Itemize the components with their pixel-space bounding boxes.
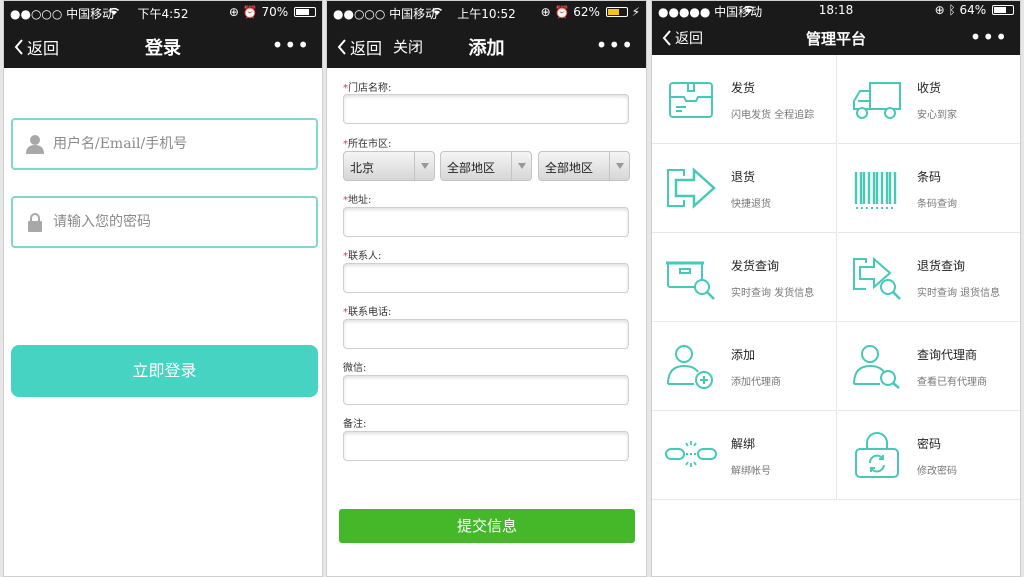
alarm-icon: ⏰ [242,5,258,19]
battery-percent: 64% [959,3,987,17]
return-arrow-icon [667,167,716,209]
menu-item-desc: 条码查询 [917,199,957,210]
district-select[interactable]: 全部地区 [538,151,630,181]
rotation-lock-icon: ⊕ [934,3,945,17]
status-bar: ●●○○○ 中国移动 上午10:52 ⊕ ⏰ 62% ⚡ [327,1,646,23]
nav-bar: 返回 登录 ••• [4,23,322,68]
district-value: 全部地区 [545,161,594,175]
menu-item-lock-refresh[interactable]: 密码 修改密码 [838,411,1020,500]
menu-item-return-arrow[interactable]: 退货 快捷退货 [652,144,837,233]
password-field[interactable] [11,196,318,248]
chevron-down-icon [511,152,531,180]
nav-bar: 返回 管理平台 ••• [652,19,1020,55]
bluetooth-icon: ᛒ [948,3,956,17]
return-search-icon [853,256,901,300]
phone-input[interactable] [343,319,629,349]
username-field[interactable] [11,118,318,170]
menu-item-title: 查询代理商 [917,348,978,362]
menu-item-title: 退货 [731,170,756,184]
username-input[interactable] [53,136,316,152]
rotation-lock-icon: ⊕ [540,5,551,19]
menu-item-box-search[interactable]: 发货查询实时查询 发货信息 [652,233,837,322]
wechat-input[interactable] [343,375,629,405]
menu-item-title: 发货 [731,81,756,95]
status-bar: ●●○○○ 中国移动 下午4:52 ⊕ ⏰ 70% [4,1,322,23]
battery-icon [605,7,628,17]
contact-label: *联系人: [343,251,382,262]
charging-icon: ⚡ [631,5,640,19]
note-input[interactable] [343,431,629,461]
menu-item-desc: 实时查询 发货信息 [731,288,815,299]
address-label: *地址: [343,195,372,206]
contact-input[interactable] [343,263,629,293]
menu-item-title: 密码 [917,437,942,451]
province-value: 北京 [350,161,375,175]
menu-item-barcode[interactable]: 条码 条码查询 [838,144,1020,233]
menu-item-title: 发货查询 [731,259,780,273]
wechat-label: 微信: [343,363,367,374]
menu-item-desc: 查看已有代理商 [917,377,987,388]
management-screen: ●●●●● 中国移动 18:18 ⊕ ᛒ 64% 返回 管理平台 ••• 发货闪… [651,0,1021,577]
menu-item-user-search[interactable]: 查询代理商查看已有代理商 [838,322,1020,411]
menu-item-user-add[interactable]: 添加 添加代理商 [652,322,837,411]
password-input[interactable] [53,214,316,230]
menu-item-desc: 快捷退货 [731,199,771,210]
menu-item-desc: 安心到家 [917,110,957,121]
menu-item-desc: 添加代理商 [731,377,781,388]
battery-percent: 62% [573,5,600,19]
alarm-icon: ⏰ [554,5,570,19]
menu-item-title: 添加 [731,348,756,362]
login-button[interactable]: 立即登录 [11,345,318,397]
status-right: ⊕ ᛒ 64% [935,3,1014,17]
box-search-icon [666,261,715,300]
chevron-down-icon [414,152,434,180]
address-input[interactable] [343,207,629,237]
barcode-icon [854,172,897,209]
menu-item-unlink[interactable]: 解绑 解绑帐号 [652,411,837,500]
truck-icon [853,82,901,119]
menu-item-title: 解绑 [731,437,756,451]
battery-percent: 70% [261,5,289,19]
more-button[interactable]: ••• [272,33,310,57]
note-label: 备注: [343,419,367,430]
city-label: *所在市区: [343,139,392,150]
more-button[interactable]: ••• [970,25,1008,49]
user-add-icon [667,345,713,389]
status-bar: ●●●●● 中国移动 18:18 ⊕ ᛒ 64% [652,1,1020,19]
battery-icon [294,7,316,17]
rotation-lock-icon: ⊕ [228,5,239,19]
login-screen: ●●○○○ 中国移动 下午4:52 ⊕ ⏰ 70% 返回 登录 ••• 立即登录 [3,0,323,577]
city-select[interactable]: 全部地区 [440,151,532,181]
menu-item-desc: 闪电发货 全程追踪 [731,110,815,121]
lock-refresh-icon [855,432,899,478]
store-name-label: *门店名称: [343,83,392,94]
menu-item-desc: 实时查询 退货信息 [917,288,1001,299]
box-icon [669,82,713,118]
more-button[interactable]: ••• [596,33,634,57]
status-right: ⊕ ⏰ 62% ⚡ [541,5,640,19]
page-title: 管理平台 [805,30,866,48]
menu-item-truck[interactable]: 收货 安心到家 [838,55,1020,144]
chevron-down-icon [609,152,629,180]
menu-item-desc: 解绑帐号 [731,466,771,477]
menu-item-desc: 修改密码 [917,466,957,477]
menu-item-title: 收货 [917,81,942,95]
battery-icon [992,5,1014,15]
lock-icon [17,212,53,232]
status-right: ⊕ ⏰ 70% [229,5,316,19]
phone-label: *联系电话: [343,307,392,318]
menu-item-title: 条码 [917,170,942,184]
add-store-screen: ●●○○○ 中国移动 上午10:52 ⊕ ⏰ 62% ⚡ 返回 关闭 添加 ••… [326,0,647,577]
unlink-icon [665,441,717,467]
submit-button[interactable]: 提交信息 [339,509,635,543]
nav-bar: 返回 关闭 添加 ••• [327,23,646,68]
menu-item-return-search[interactable]: 退货查询实时查询 退货信息 [838,233,1020,322]
menu-item-box[interactable]: 发货闪电发货 全程追踪 [652,55,837,144]
store-name-input[interactable] [343,94,629,124]
user-search-icon [853,345,900,389]
menu-item-title: 退货查询 [917,259,966,273]
city-value: 全部地区 [447,161,496,175]
province-select[interactable]: 北京 [343,151,435,181]
user-icon [17,134,53,154]
